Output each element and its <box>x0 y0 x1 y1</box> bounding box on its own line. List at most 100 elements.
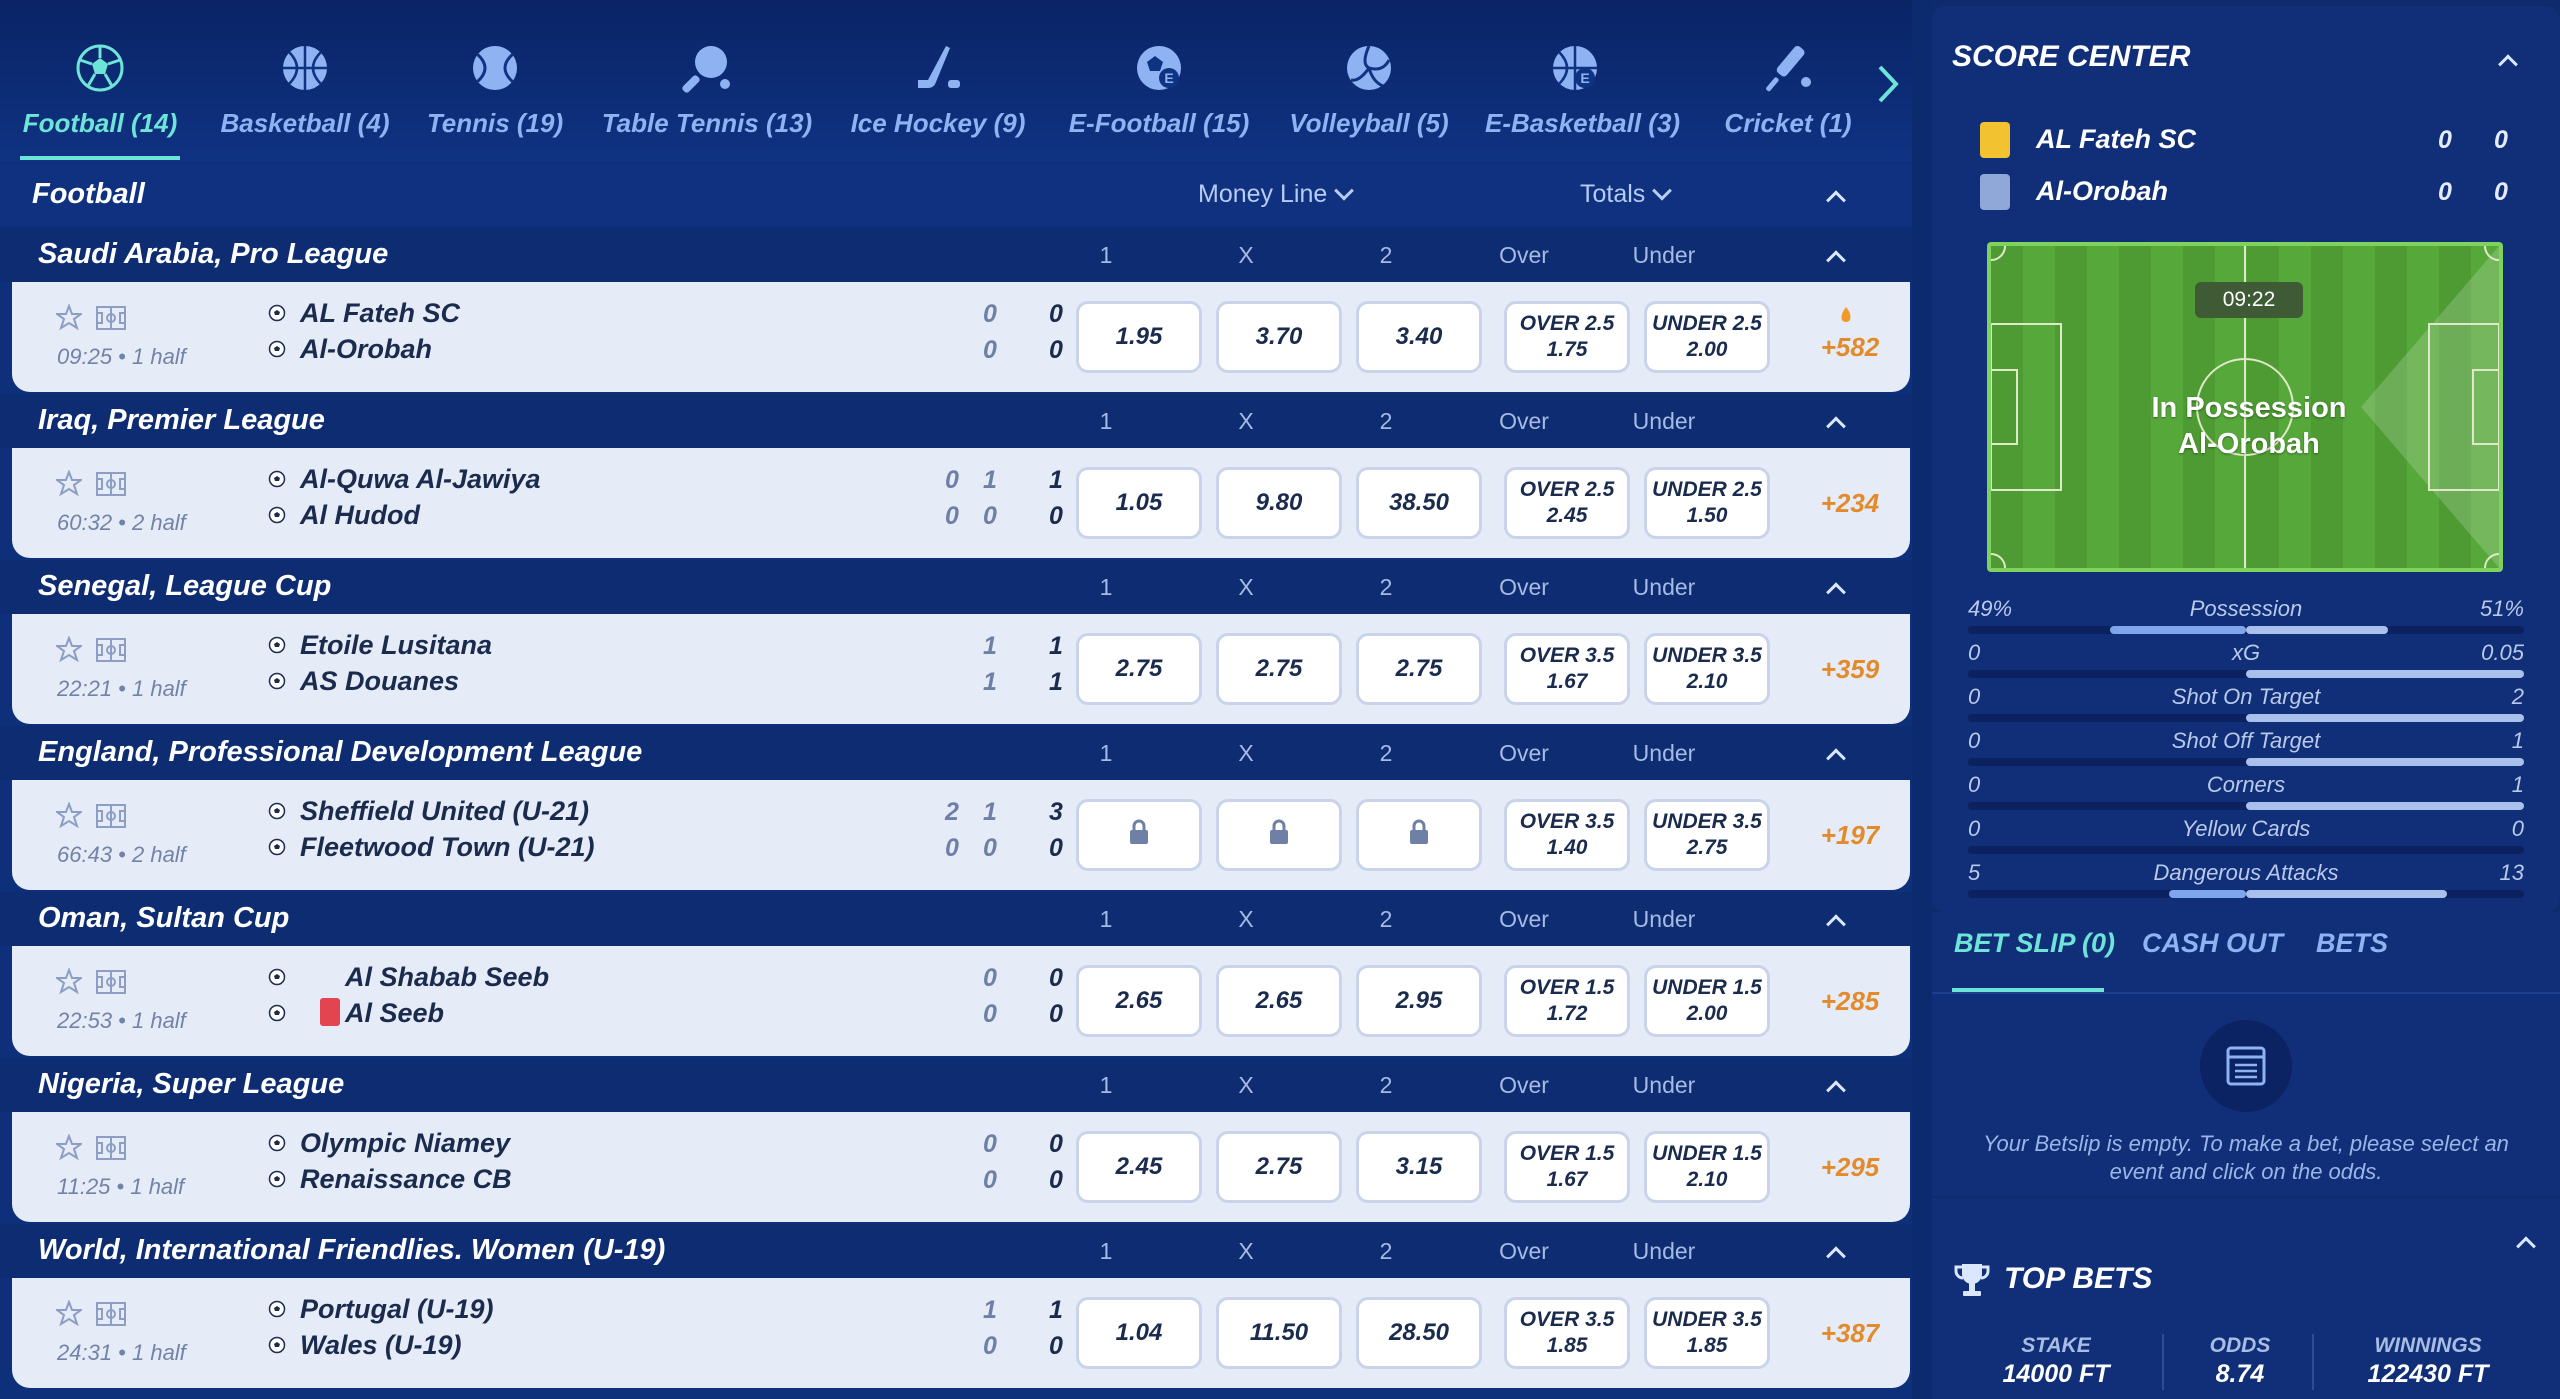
league-collapse-button[interactable] <box>1820 1236 1852 1268</box>
odds-button-over[interactable]: OVER 3.5 1.40 <box>1504 799 1630 871</box>
team-home: Al-Quwa Al-Jawiya <box>300 464 541 494</box>
star-icon[interactable] <box>53 635 86 666</box>
star-icon[interactable] <box>53 967 86 998</box>
odds-button-1[interactable]: 1.95 <box>1076 301 1202 373</box>
odds-value: 1.04 <box>1115 1319 1163 1346</box>
league-collapse-button[interactable] <box>1820 904 1852 936</box>
stat-bar <box>1968 670 2524 678</box>
league-header: Saudi Arabia, Pro League 1 X 2 Over Under <box>0 228 1912 282</box>
match-row[interactable]: 11:25 • 1 half Olympic Niamey Renaissance … <box>12 1112 1910 1222</box>
odds-button-under[interactable]: UNDER 3.5 1.85 <box>1644 1297 1770 1369</box>
score-home-period: 1 <box>983 798 997 826</box>
odds-button-under[interactable]: UNDER 2.5 1.50 <box>1644 467 1770 539</box>
more-markets-link[interactable]: +285 <box>1802 986 1898 1017</box>
odds-button-over[interactable]: OVER 1.5 1.67 <box>1504 1131 1630 1203</box>
odds-button-over[interactable]: OVER 1.5 1.72 <box>1504 965 1630 1037</box>
odds-button-1[interactable]: 2.45 <box>1076 1131 1202 1203</box>
match-row[interactable]: 66:43 • 2 half Sheffield United (U-21) Fle… <box>12 780 1910 890</box>
odds-button-2[interactable] <box>1356 799 1482 871</box>
odds-button-over[interactable]: OVER 2.5 2.45 <box>1504 467 1630 539</box>
field-icon[interactable] <box>96 804 126 830</box>
odds-button-x[interactable]: 9.80 <box>1216 467 1342 539</box>
money-line-dropdown[interactable]: Money Line <box>1198 180 1355 209</box>
odds-button-1[interactable] <box>1076 799 1202 871</box>
tab-e-football[interactable]: E E-Football (15) <box>1063 34 1255 160</box>
league-collapse-button[interactable] <box>1820 738 1852 770</box>
app-root: Football (14) Basketball (4) Tennis (19) Ta… <box>0 0 2560 1399</box>
odds-value: 2.95 <box>1395 987 1443 1014</box>
more-markets-link[interactable]: +582 <box>1802 332 1898 363</box>
tab-table-tennis[interactable]: Table Tennis (13) <box>598 34 816 160</box>
tab-bets[interactable]: BETS <box>2316 928 2388 959</box>
odds-button-over[interactable]: OVER 2.5 1.75 <box>1504 301 1630 373</box>
odds-button-2[interactable]: 2.75 <box>1356 633 1482 705</box>
more-markets-link[interactable]: +295 <box>1802 1152 1898 1183</box>
odds-button-under[interactable]: UNDER 1.5 2.10 <box>1644 1131 1770 1203</box>
field-icon[interactable] <box>96 1302 126 1328</box>
odds-button-2[interactable]: 2.95 <box>1356 965 1482 1037</box>
odds-button-1[interactable]: 2.65 <box>1076 965 1202 1037</box>
odds-button-x[interactable]: 2.75 <box>1216 633 1342 705</box>
odds-button-2[interactable]: 3.15 <box>1356 1131 1482 1203</box>
match-row[interactable]: 24:31 • 1 half Portugal (U-19) Wales (U-19… <box>12 1278 1910 1388</box>
more-markets-link[interactable]: +359 <box>1802 654 1898 685</box>
odds-button-over[interactable]: OVER 3.5 1.67 <box>1504 633 1630 705</box>
collapse-all-button[interactable] <box>1820 180 1852 212</box>
tab-basketball[interactable]: Basketball (4) <box>216 34 394 160</box>
team1-score-period: 0 <box>2438 126 2452 154</box>
odds-button-under[interactable]: UNDER 1.5 2.00 <box>1644 965 1770 1037</box>
score-center-collapse-button[interactable] <box>2492 44 2524 76</box>
col-1-label: 1 <box>1099 1238 1113 1264</box>
more-markets-link[interactable]: +387 <box>1802 1318 1898 1349</box>
tab-ice-hockey[interactable]: Ice Hockey (9) <box>848 34 1028 160</box>
odds-button-1[interactable]: 2.75 <box>1076 633 1202 705</box>
more-markets-link[interactable]: +234 <box>1802 488 1898 519</box>
odds-button-2[interactable]: 38.50 <box>1356 467 1482 539</box>
odds-button-2[interactable]: 3.40 <box>1356 301 1482 373</box>
star-icon[interactable] <box>53 1299 86 1330</box>
league-collapse-button[interactable] <box>1820 240 1852 272</box>
match-row[interactable]: 22:53 • 1 half Al Shabab Seeb Al Seeb 0 0 0 0 2… <box>12 946 1910 1056</box>
field-icon[interactable] <box>96 970 126 996</box>
odds-button-x[interactable] <box>1216 799 1342 871</box>
odds-button-x[interactable]: 2.65 <box>1216 965 1342 1037</box>
odds-button-x[interactable]: 3.70 <box>1216 301 1342 373</box>
match-row[interactable]: 60:32 • 2 half Al-Quwa Al-Jawiya Al Hudod 0… <box>12 448 1910 558</box>
odds-button-under[interactable]: UNDER 3.5 2.75 <box>1644 799 1770 871</box>
odds-button-x[interactable]: 2.75 <box>1216 1131 1342 1203</box>
field-icon[interactable] <box>96 1136 126 1162</box>
odds-button-x[interactable]: 11.50 <box>1216 1297 1342 1369</box>
tab-e-basketball[interactable]: E E-Basketball (3) <box>1485 34 1680 160</box>
tab-bet-slip[interactable]: BET SLIP (0) <box>1954 928 2115 959</box>
totals-dropdown[interactable]: Totals <box>1580 180 1673 209</box>
score-away-total: 0 <box>1049 1332 1063 1360</box>
tab-cash-out[interactable]: CASH OUT <box>2142 928 2283 959</box>
sport-tabs-next-button[interactable] <box>1868 60 1908 108</box>
match-row[interactable]: 22:21 • 1 half Etoile Lusitana AS Douanes 1… <box>12 614 1910 724</box>
star-icon[interactable] <box>53 469 86 500</box>
odds-button-2[interactable]: 28.50 <box>1356 1297 1482 1369</box>
match-row[interactable]: 09:25 • 1 half AL Fateh SC Al-Orobah 0 0 0 0 1.… <box>12 282 1910 392</box>
odds-button-over[interactable]: OVER 3.5 1.85 <box>1504 1297 1630 1369</box>
odds-button-1[interactable]: 1.05 <box>1076 467 1202 539</box>
odds-button-under[interactable]: UNDER 3.5 2.10 <box>1644 633 1770 705</box>
tab-volleyball[interactable]: Volleyball (5) <box>1286 34 1452 160</box>
tab-cricket[interactable]: Cricket (1) <box>1720 34 1856 160</box>
odds-button-1[interactable]: 1.04 <box>1076 1297 1202 1369</box>
league-collapse-button[interactable] <box>1820 406 1852 438</box>
star-icon[interactable] <box>53 801 86 832</box>
more-markets-link[interactable]: +197 <box>1802 820 1898 851</box>
field-icon[interactable] <box>96 638 126 664</box>
field-icon[interactable] <box>96 306 126 332</box>
team-home: AL Fateh SC <box>300 298 461 328</box>
league-collapse-button[interactable] <box>1820 572 1852 604</box>
tab-tennis[interactable]: Tennis (19) <box>424 34 566 160</box>
field-icon[interactable] <box>96 472 126 498</box>
odds-button-under[interactable]: UNDER 2.5 2.00 <box>1644 301 1770 373</box>
star-icon[interactable] <box>53 1133 86 1164</box>
league-collapse-button[interactable] <box>1820 1070 1852 1102</box>
tab-football[interactable]: Football (14) <box>20 34 180 160</box>
top-bets-collapse-button[interactable] <box>2510 1226 2542 1258</box>
star-icon[interactable] <box>53 303 86 334</box>
stat-away-value: 13 <box>2499 860 2524 885</box>
